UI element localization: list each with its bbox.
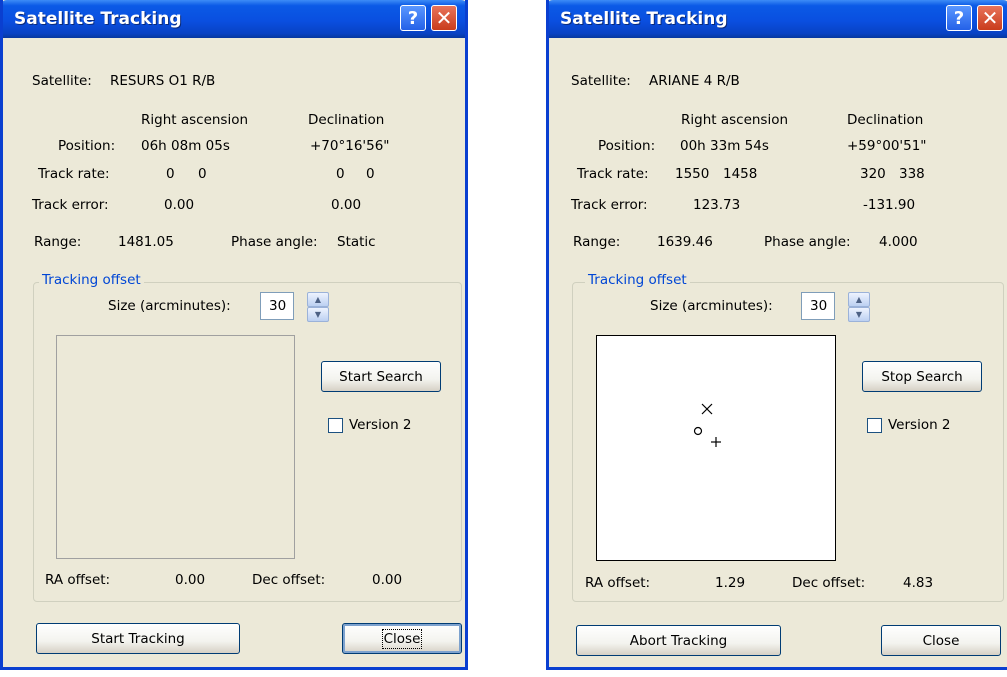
offset-plot-canvas: [693, 403, 721, 447]
track-rate-label: Track rate:: [577, 166, 649, 182]
track-error-label: Track error:: [571, 197, 648, 213]
satellite-tracking-dialog-2: Satellite Tracking ? ✕ Satellite: ARIANE…: [546, 0, 1007, 670]
start-search-label: Start Search: [339, 368, 423, 385]
dec-offset-value: 0.00: [372, 572, 403, 588]
position-label: Position:: [58, 138, 116, 154]
dec-offset-value: 4.83: [903, 575, 934, 591]
track-rate-dec-1: 320: [860, 166, 886, 182]
position-ra: 00h 33m 54s: [680, 138, 769, 154]
start-tracking-label: Start Tracking: [91, 630, 185, 647]
range-value: 1481.05: [118, 234, 174, 250]
abort-tracking-label: Abort Tracking: [629, 632, 728, 649]
stop-search-button[interactable]: Stop Search: [862, 361, 982, 392]
size-input[interactable]: 30: [801, 292, 835, 320]
satellite-label: Satellite:: [571, 73, 631, 89]
col-header-ra: Right ascension: [681, 112, 789, 128]
help-icon[interactable]: ?: [946, 5, 972, 31]
col-header-dec: Declination: [308, 112, 385, 128]
size-label: Size (arcminutes):: [108, 298, 231, 314]
offset-plot[interactable]: [56, 335, 295, 559]
position-dec: +70°16'56": [310, 138, 390, 154]
tracking-offset-legend: Tracking offset: [39, 272, 144, 288]
track-rate-ra-1: 1550: [675, 166, 710, 182]
spin-down-icon[interactable]: ▼: [848, 307, 870, 322]
track-rate-dec-1: 0: [336, 166, 345, 182]
ra-offset-label: RA offset:: [585, 575, 651, 591]
help-icon[interactable]: ?: [400, 5, 426, 31]
version-2-checkbox[interactable]: [328, 418, 343, 433]
x-marker: [701, 403, 713, 415]
window-title: Satellite Tracking: [560, 9, 728, 29]
track-error-label: Track error:: [32, 197, 109, 213]
version-2-label: Version 2: [349, 417, 412, 433]
version-2-checkbox[interactable]: [867, 418, 882, 433]
position-label: Position:: [598, 138, 656, 154]
track-rate-label: Track rate:: [38, 166, 110, 182]
phase-angle-value: Static: [337, 234, 376, 250]
track-error-dec: -131.90: [863, 197, 916, 213]
track-error-ra: 0.00: [164, 197, 195, 213]
ra-offset-value: 1.29: [715, 575, 746, 591]
range-value: 1639.46: [657, 234, 713, 250]
title-bar: Satellite Tracking ? ✕: [549, 0, 1007, 38]
window-title: Satellite Tracking: [14, 9, 182, 29]
range-label: Range:: [34, 234, 82, 250]
start-tracking-button[interactable]: Start Tracking: [36, 623, 240, 654]
phase-angle-label: Phase angle:: [764, 234, 851, 250]
plus-marker: [711, 437, 721, 447]
col-header-dec: Declination: [847, 112, 924, 128]
close-label: Close: [922, 632, 960, 649]
dec-offset-label: Dec offset:: [252, 572, 326, 588]
title-bar: Satellite Tracking ? ✕: [3, 0, 465, 38]
start-search-button[interactable]: Start Search: [321, 361, 441, 392]
spin-up-icon[interactable]: ▲: [307, 292, 329, 307]
track-rate-dec-2: 0: [366, 166, 375, 182]
dec-offset-label: Dec offset:: [792, 575, 866, 591]
ra-offset-label: RA offset:: [45, 572, 111, 588]
ra-offset-value: 0.00: [175, 572, 206, 588]
close-button[interactable]: Close: [881, 625, 1001, 656]
size-spinner[interactable]: ▲ ▼: [848, 292, 870, 322]
track-rate-ra-1: 0: [166, 166, 175, 182]
track-rate-ra-2: 0: [198, 166, 207, 182]
close-button[interactable]: Close: [342, 623, 462, 654]
circle-marker: [693, 426, 703, 436]
offset-plot[interactable]: [596, 335, 836, 561]
satellite-name: ARIANE 4 R/B: [649, 73, 740, 89]
track-error-dec: 0.00: [331, 197, 362, 213]
size-spinner[interactable]: ▲ ▼: [307, 292, 329, 322]
phase-angle-label: Phase angle:: [231, 234, 318, 250]
tracking-offset-legend: Tracking offset: [585, 272, 690, 288]
phase-angle-value: 4.000: [879, 234, 918, 250]
satellite-label: Satellite:: [32, 73, 92, 89]
abort-tracking-button[interactable]: Abort Tracking: [576, 625, 781, 656]
satellite-name: RESURS O1 R/B: [110, 73, 216, 89]
position-dec: +59°00'51": [847, 138, 927, 154]
stop-search-label: Stop Search: [881, 368, 963, 385]
size-input[interactable]: 30: [260, 292, 294, 320]
spin-down-icon[interactable]: ▼: [307, 307, 329, 322]
close-icon[interactable]: ✕: [431, 5, 457, 31]
range-label: Range:: [573, 234, 621, 250]
track-error-ra: 123.73: [693, 197, 741, 213]
satellite-tracking-dialog-1: Satellite Tracking ? ✕ Satellite: RESURS…: [0, 0, 468, 670]
track-rate-dec-2: 338: [899, 166, 925, 182]
position-ra: 06h 08m 05s: [141, 138, 230, 154]
size-label: Size (arcminutes):: [650, 298, 773, 314]
spin-up-icon[interactable]: ▲: [848, 292, 870, 307]
close-icon[interactable]: ✕: [977, 5, 1003, 31]
version-2-label: Version 2: [888, 417, 951, 433]
track-rate-ra-2: 1458: [723, 166, 758, 182]
close-label: Close: [381, 628, 423, 649]
col-header-ra: Right ascension: [141, 112, 249, 128]
